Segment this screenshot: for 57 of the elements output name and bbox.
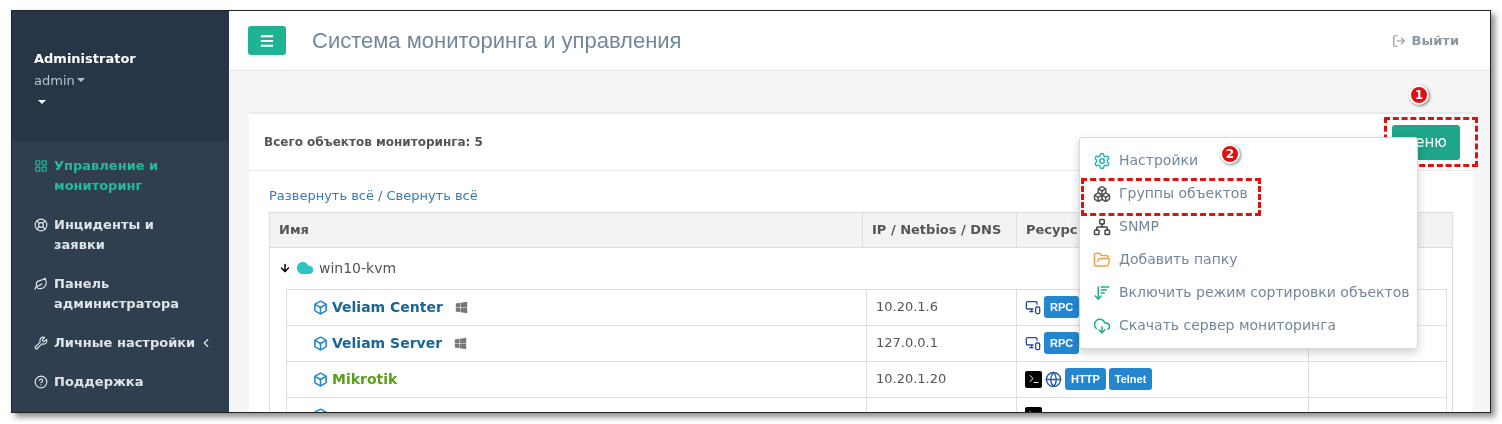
remote-desktop-icon[interactable] [1025, 335, 1041, 351]
ip-address: 127.0.0.1 [876, 334, 939, 353]
lifebuoy-icon [34, 218, 48, 232]
objects-count: Всего объектов мониторинга: 5 [264, 134, 483, 151]
link-separator: / [378, 187, 383, 205]
collapse-all-link[interactable]: Свернуть всё [386, 186, 478, 206]
menu-icon [259, 32, 275, 49]
cube-icon [313, 335, 328, 351]
host-name[interactable]: Veliam Server [332, 332, 443, 354]
ip-address: 10.20.1.6 [876, 298, 939, 317]
column-header: Имя [270, 212, 863, 247]
network-icon [1093, 217, 1111, 236]
menu-item[interactable]: SNMP [1080, 210, 1159, 243]
menu-item[interactable]: Настройки [1080, 144, 1199, 177]
arrow-down-icon[interactable] [279, 262, 291, 274]
cloud-download-icon [1093, 316, 1111, 335]
folder-icon [1093, 250, 1111, 269]
sidebar-item[interactable]: Личные настройки [34, 333, 219, 353]
annotation-number: 1 [1409, 84, 1429, 105]
sort-icon [1093, 283, 1111, 302]
globe-icon[interactable] [1045, 370, 1062, 388]
cloud-icon [296, 259, 314, 277]
terminal-icon[interactable] [1025, 370, 1042, 388]
column-header: IP / Netbios / DNS [863, 212, 1017, 247]
resource-tag[interactable]: RPC [1044, 331, 1080, 355]
host-name[interactable]: Mikrotik [332, 368, 398, 390]
wrench-icon [34, 336, 48, 350]
resource-tag[interactable]: Telnet [1108, 367, 1153, 391]
group-name[interactable]: win10-kvm [319, 257, 397, 279]
expand-all-link[interactable]: Развернуть всё [269, 186, 374, 206]
user-login[interactable]: admin [34, 70, 85, 90]
menu-toggle-button[interactable] [248, 26, 286, 55]
gear-icon [1093, 151, 1111, 170]
sidebar-item[interactable]: Панель администратора [34, 274, 219, 314]
menu-item[interactable]: Группы объектов [1080, 177, 1248, 210]
user-name: Administrator [34, 50, 136, 68]
grid-icon [34, 159, 48, 173]
annotation-number: 2 [1220, 144, 1240, 164]
remote-desktop-icon[interactable] [1025, 299, 1041, 315]
leaf-icon [34, 277, 48, 291]
help-icon [34, 375, 48, 389]
sidebar-item[interactable]: Поддержка [34, 372, 219, 392]
sidebar-item[interactable]: Управление и мониторинг [34, 156, 219, 196]
menu-item[interactable]: Скачать сервер мониторинга [1080, 309, 1337, 342]
logout-button[interactable]: Выйти [1391, 30, 1459, 51]
logout-icon [1391, 33, 1406, 48]
cube-icon [313, 299, 328, 315]
cube-icon [313, 371, 328, 387]
boxes-icon [1093, 184, 1111, 203]
host-name[interactable]: Veliam Center [332, 296, 443, 318]
resource-tag[interactable]: HTTP [1065, 367, 1106, 391]
page-title: Система мониторинга и управления [312, 27, 682, 55]
sidebar-item[interactable]: Инциденты и заявки [34, 215, 219, 255]
resource-tag[interactable]: RPC [1044, 295, 1080, 319]
caret-icon[interactable] [38, 100, 46, 104]
ip-address: 10.20.1.20 [876, 370, 947, 389]
menu-item[interactable]: Включить режим сортировки объектов [1080, 276, 1410, 309]
